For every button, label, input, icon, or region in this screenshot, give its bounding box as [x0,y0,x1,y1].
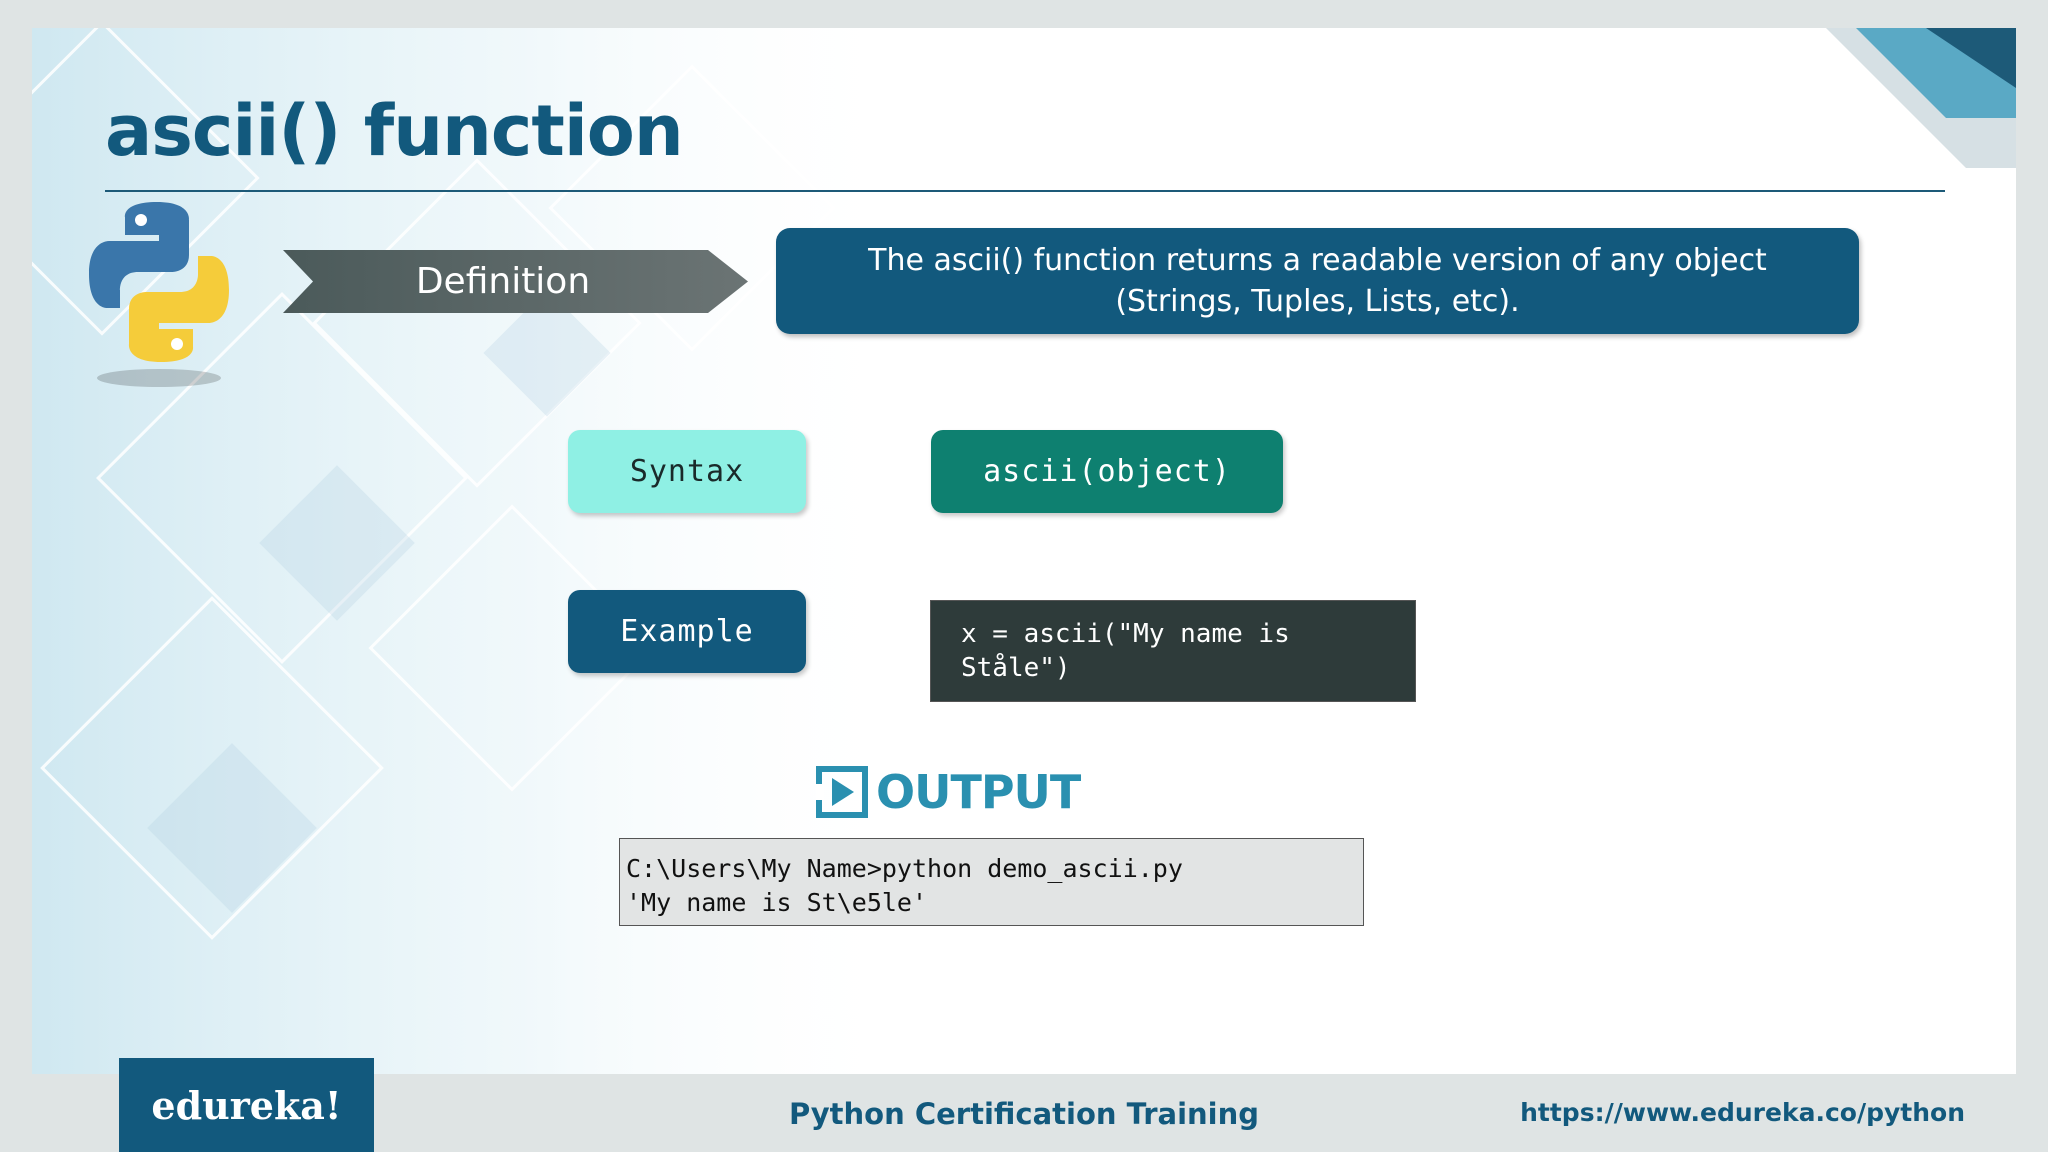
output-terminal: C:\Users\My Name>python demo_ascii.py 'M… [619,838,1364,926]
output-heading: OUTPUT [816,765,1081,819]
output-label: OUTPUT [876,765,1081,819]
page-title: ascii() function [105,90,684,172]
corner-decoration [1826,28,2016,168]
play-box-icon [816,766,868,818]
definition-label: Definition [415,261,591,302]
course-url: https://www.edureka.co/python [1520,1098,1965,1127]
definition-text: The ascii() function returns a readable … [776,228,1859,334]
syntax-code: ascii(object) [931,430,1283,513]
syntax-label: Syntax [568,430,806,513]
example-label: Example [568,590,806,673]
python-logo-icon [89,202,229,387]
title-divider [105,190,1945,192]
example-code: x = ascii("My name is Ståle") [930,600,1416,702]
